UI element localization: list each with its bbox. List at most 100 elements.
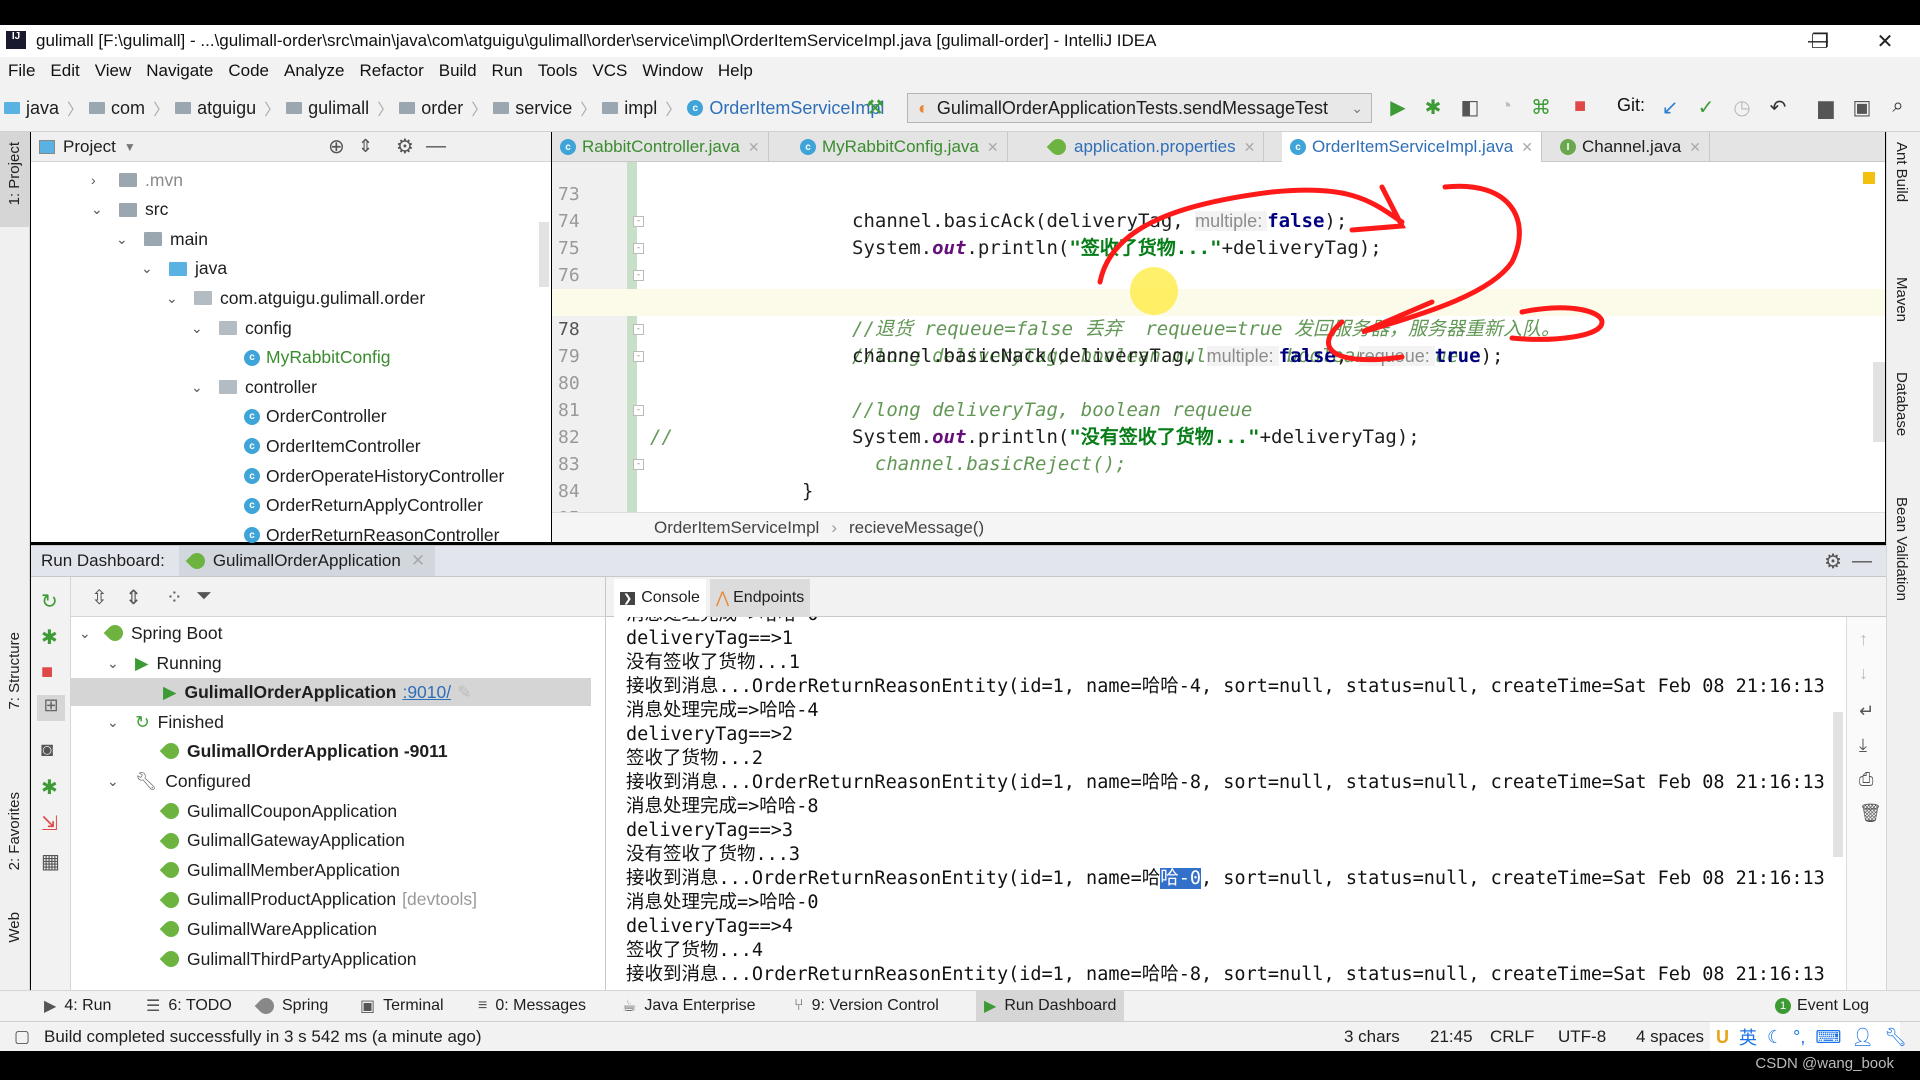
close-tab-icon[interactable]: ✕ [1689, 139, 1701, 156]
chevron-right-icon[interactable]: › [91, 172, 105, 188]
tool-window-button[interactable]: Spring [254, 991, 328, 1021]
menu-item-build[interactable]: Build [439, 61, 477, 81]
tree-node-finished[interactable]: ⌄ ↻ Finished [107, 708, 224, 736]
tool-window-button[interactable]: ⑂ 9: Version Control [794, 991, 939, 1021]
breadcrumb-item[interactable]: service 〉 [493, 96, 596, 120]
console-scrollbar[interactable] [1833, 712, 1843, 857]
coverage-icon[interactable]: ◧ [1457, 95, 1483, 120]
chevron-down-icon[interactable]: ⌄ [191, 320, 205, 337]
tree-node-running[interactable]: ⌄ ▶ Running [107, 649, 222, 677]
ant-build-tool-button[interactable]: Ant Build [1893, 142, 1910, 207]
debug-icon[interactable]: ✱ [41, 625, 58, 650]
database-tool-button[interactable]: Database [1893, 372, 1910, 441]
chevron-down-icon[interactable]: ⌄ [116, 231, 130, 248]
filter-icon[interactable]: ⏷ [196, 585, 212, 608]
web-tool-button[interactable]: Web [0, 912, 30, 982]
expand-all-icon[interactable]: ⇳ [91, 585, 108, 610]
run-icon[interactable]: ▶ [1385, 95, 1411, 120]
tree-node-configured-app[interactable]: GulimallThirdPartyApplication [159, 945, 417, 973]
editor-tab[interactable]: application.properties ✕ [1042, 132, 1265, 162]
project-tree-item[interactable]: c OrderController [244, 403, 387, 431]
search-icon[interactable]: ⌕ [1885, 95, 1911, 118]
tool-window-button[interactable]: ▣ Terminal [360, 991, 444, 1021]
breadcrumb-current-class[interactable]: c OrderItemServiceImpl [687, 98, 884, 119]
layout-icon[interactable]: ▦ [41, 849, 60, 874]
menu-item-window[interactable]: Window [642, 61, 702, 81]
print-icon[interactable]: ⎙ [1859, 769, 1873, 790]
exit-icon[interactable]: ⇲ [41, 811, 58, 836]
project-tree-item[interactable]: c OrderReturnApplyController [244, 492, 483, 520]
close-tab-icon[interactable]: ✕ [748, 139, 760, 156]
project-tree-item[interactable]: › .mvn [91, 166, 183, 194]
git-commit-icon[interactable]: ✓ [1693, 95, 1719, 120]
stop-icon[interactable]: ■ [1567, 95, 1593, 118]
tree-node-running-app[interactable]: ▶ GulimallOrderApplication:9010/✎ [71, 678, 591, 706]
editor-scrollbar[interactable] [1873, 362, 1885, 442]
hide-panel-icon[interactable]: — [426, 135, 446, 158]
project-tree-item[interactable]: ⌄ controller [191, 373, 317, 401]
settings-gear-icon[interactable]: ⚙ [396, 134, 414, 159]
run-configuration-select[interactable]: ◐ GulimallOrderApplicationTests.sendMess… [907, 93, 1372, 123]
chevron-down-icon[interactable]: ⌄ [91, 201, 105, 218]
chevron-down-icon[interactable]: ⌄ [166, 290, 180, 307]
ime-language[interactable]: 英 [1739, 1024, 1757, 1050]
breadcrumb-class[interactable]: OrderItemServiceImpl [654, 518, 819, 538]
debug-attach-icon[interactable]: ✱ [41, 775, 58, 800]
tree-node-configured-app[interactable]: GulimallProductApplication [devtools] [159, 886, 477, 914]
structure-tool-button[interactable]: 7: Structure [0, 632, 30, 782]
close-tab-icon[interactable]: ✕ [411, 551, 425, 571]
project-tree-item[interactable]: ⌄ main [116, 225, 208, 253]
inspection-status-icon[interactable] [1863, 172, 1875, 184]
editor-tab[interactable]: c MyRabbitConfig.java ✕ [792, 132, 1008, 162]
rerun-icon[interactable]: ↻ [41, 589, 58, 614]
bean-validation-tool-button[interactable]: Bean Validation [1893, 497, 1910, 606]
camera-icon[interactable]: ◙ [41, 739, 53, 762]
ime-user-icon[interactable]: 👤︎ [1851, 1027, 1874, 1048]
project-structure-icon[interactable]: ▆ [1813, 95, 1839, 120]
menu-item-view[interactable]: View [95, 61, 132, 81]
project-tree-item[interactable]: ⌄ java [141, 255, 227, 283]
close-tab-icon[interactable]: ✕ [987, 139, 999, 156]
breadcrumb-item[interactable]: java 〉 [4, 96, 83, 120]
ime-keyboard-icon[interactable]: ⌨ [1815, 1027, 1841, 1048]
project-tree-item[interactable]: ⌄ com.atguigu.gulimall.order [166, 284, 425, 312]
project-view-select[interactable]: Project [63, 137, 116, 157]
ime-punct-icon[interactable]: °, [1793, 1027, 1805, 1048]
editor-tab[interactable]: c RabbitController.java ✕ [552, 132, 769, 162]
tree-node-spring-boot[interactable]: ⌄ Spring Boot [79, 619, 222, 647]
close-tab-icon[interactable]: ✕ [1244, 139, 1256, 156]
edit-pencil-icon[interactable]: ✎ [457, 682, 472, 703]
editor-tab[interactable]: I Channel.java ✕ [1552, 132, 1710, 162]
code-editor[interactable]: 73 channel.basicAck(deliveryTag, multipl… [552, 162, 1885, 512]
file-encoding[interactable]: UTF-8 [1558, 1027, 1606, 1047]
tool-window-button[interactable]: ☰ 6: TODO [146, 991, 232, 1021]
menu-item-refactor[interactable]: Refactor [359, 61, 423, 81]
rollback-icon[interactable]: ↶ [1765, 95, 1791, 120]
ime-moon-icon[interactable]: ☾ [1767, 1027, 1783, 1048]
tab-endpoints[interactable]: ⋀ Endpoints [710, 579, 811, 617]
caret-position[interactable]: 21:45 [1430, 1027, 1473, 1047]
breadcrumb-item[interactable]: gulimall 〉 [286, 96, 393, 120]
breadcrumb-method[interactable]: recieveMessage() [849, 518, 984, 538]
tool-window-button[interactable]: ≡ 0: Messages [478, 991, 586, 1021]
breadcrumb-item[interactable]: atguigu 〉 [175, 96, 280, 120]
menu-item-tools[interactable]: Tools [538, 61, 578, 81]
editor-tab[interactable]: c OrderItemServiceImpl.java ✕ [1282, 132, 1542, 162]
run-dashboard-tab[interactable]: GulimallOrderApplication ✕ [178, 546, 436, 576]
maven-tool-button[interactable]: Maven [1893, 277, 1910, 327]
indent-setting[interactable]: 4 spaces [1636, 1027, 1704, 1047]
hide-panel-icon[interactable]: — [1852, 550, 1872, 573]
tree-node-configured-app[interactable]: GulimallCouponApplication [159, 797, 397, 825]
project-tree-item[interactable]: c OrderOperateHistoryController [244, 462, 504, 490]
ime-wrench-icon[interactable]: 🔧︎ [1884, 1027, 1907, 1048]
profile-icon[interactable]: ◔ [1493, 95, 1519, 118]
presentation-icon[interactable]: ▣ [1849, 95, 1875, 120]
line-separator[interactable]: CRLF [1490, 1027, 1534, 1047]
tree-node-configured-app[interactable]: GulimallMemberApplication [159, 856, 400, 884]
chevron-down-icon[interactable]: ⌄ [141, 260, 155, 277]
tree-node-configured-app[interactable]: GulimallGatewayApplication [159, 827, 405, 855]
breadcrumb-item[interactable]: com 〉 [89, 96, 169, 120]
port-link[interactable]: :9010/ [402, 682, 451, 703]
project-tool-button[interactable]: 1: Project [0, 132, 30, 227]
tab-console[interactable]: ❯ Console [614, 579, 706, 617]
